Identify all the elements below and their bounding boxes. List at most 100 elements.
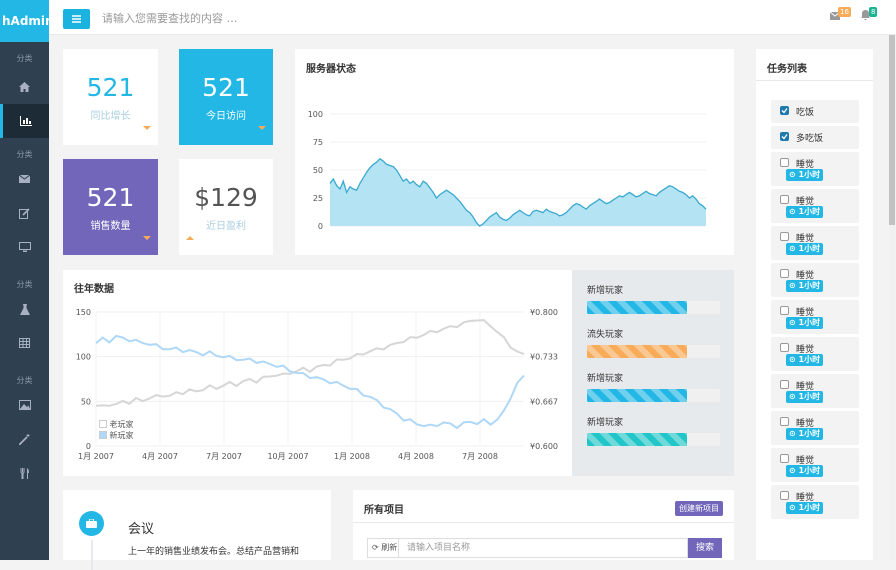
stat-label: 近日盈利 xyxy=(206,221,246,232)
legend-label: 新玩家 xyxy=(109,431,134,440)
task-duration-badge: ⊙ 1小时 xyxy=(786,502,824,514)
task-duration-badge: ⊙ 1小时 xyxy=(786,280,824,292)
sidebar-item-desktop[interactable] xyxy=(0,230,49,264)
progress-bar xyxy=(587,433,720,446)
task-item[interactable]: 睡觉 ⊙ 1小时 xyxy=(771,152,859,186)
x-tick-label: 7月 2008 xyxy=(462,452,498,461)
task-checkbox[interactable] xyxy=(780,106,789,115)
clock-icon: ⊙ xyxy=(789,392,796,401)
stat-card-growth: 521 同比增长 xyxy=(63,49,158,145)
task-item[interactable]: 睡觉 ⊙ 1小时 xyxy=(771,263,859,297)
timeline-text: 上一年的销售业绩发布会。总结产品营销和 xyxy=(128,547,300,557)
desktop-icon xyxy=(18,242,31,252)
task-checkbox[interactable] xyxy=(780,269,789,278)
sidebar-item-gallery[interactable] xyxy=(0,388,49,422)
task-checkbox[interactable] xyxy=(780,417,789,426)
refresh-label: 刷新 xyxy=(381,543,398,552)
notifications-badge: 8 xyxy=(869,7,878,17)
clock-icon: ⊙ xyxy=(789,318,796,327)
stat-label: 今日访问 xyxy=(206,111,246,122)
notifications-button[interactable]: 8 xyxy=(861,7,878,23)
task-checkbox[interactable] xyxy=(780,454,789,463)
legend-label: 老玩家 xyxy=(109,420,134,429)
page-scrollbar[interactable] xyxy=(889,35,896,560)
create-project-button[interactable]: 创建新项目 xyxy=(675,501,723,516)
y-tick-label: 0 xyxy=(86,442,91,451)
progress-label: 新增玩家 xyxy=(587,286,624,296)
stat-card-visits: 521 今日访问 xyxy=(179,49,273,145)
stat-value: 521 xyxy=(202,73,250,102)
x-tick-label: 1月 2007 xyxy=(78,452,114,461)
sidebar-item-home[interactable] xyxy=(0,70,49,104)
project-search-input[interactable]: 请输入项目名称 xyxy=(398,538,688,558)
task-duration-badge: ⊙ 1小时 xyxy=(786,465,824,477)
task-checkbox[interactable] xyxy=(780,491,789,500)
sidebar-item-table[interactable] xyxy=(0,326,49,360)
history-data-chart: 0 50 100 150 ¥0.600 ¥0.667 ¥0.733 ¥0.800 1月 2007… xyxy=(76,308,558,461)
top-search-input[interactable]: 请输入您需要查找的内容 … xyxy=(102,10,238,26)
y-tick-label: 50 xyxy=(81,397,91,406)
messages-button[interactable]: 16 xyxy=(829,7,851,23)
task-item[interactable]: 吃饭 xyxy=(771,100,859,123)
task-item[interactable]: 睡觉 ⊙ 1小时 xyxy=(771,485,859,519)
x-tick-label: 7月 2007 xyxy=(206,452,242,461)
y-tick-label: 100 xyxy=(76,353,91,362)
project-search-button[interactable]: 搜索 xyxy=(688,538,722,558)
task-item[interactable]: 睡觉 ⊙ 1小时 xyxy=(771,374,859,408)
caret-up-icon xyxy=(186,236,194,240)
task-checkbox[interactable] xyxy=(780,132,789,141)
task-duration-label: 1小时 xyxy=(798,244,821,253)
sidebar-item-mail[interactable] xyxy=(0,162,49,196)
app-logo[interactable]: hAdmin xyxy=(0,0,49,42)
task-checkbox[interactable] xyxy=(780,195,789,204)
task-duration-badge: ⊙ 1小时 xyxy=(786,169,824,181)
clock-icon: ⊙ xyxy=(789,503,796,512)
task-checkbox[interactable] xyxy=(780,380,789,389)
projects-panel: 所有项目 创建新项目 ⟳ 刷新 请输入项目名称 搜索 xyxy=(353,490,734,560)
top-navbar: 请输入您需要查找的内容 … 16 8 xyxy=(49,0,896,35)
y-tick-label: 75 xyxy=(313,138,323,147)
progress-bar xyxy=(587,389,720,402)
cutlery-icon xyxy=(20,467,29,479)
task-duration-badge: ⊙ 1小时 xyxy=(786,317,824,329)
task-duration-label: 1小时 xyxy=(798,429,821,438)
panel-title: 任务列表 xyxy=(767,64,807,75)
x-tick-label: 4月 2007 xyxy=(142,452,178,461)
x-tick-label: 1月 2008 xyxy=(334,452,370,461)
task-item[interactable]: 多吃饭 xyxy=(771,126,859,149)
clock-icon: ⊙ xyxy=(789,244,796,253)
task-item[interactable]: 睡觉 ⊙ 1小时 xyxy=(771,189,859,223)
sidebar-item-flask[interactable] xyxy=(0,292,49,326)
task-item[interactable]: 睡觉 ⊙ 1小时 xyxy=(771,411,859,445)
task-item[interactable]: 睡觉 ⊙ 1小时 xyxy=(771,337,859,371)
task-checkbox[interactable] xyxy=(780,343,789,352)
y-tick-label: 100 xyxy=(308,110,323,119)
task-duration-label: 1小时 xyxy=(798,503,821,512)
task-item[interactable]: 睡觉 ⊙ 1小时 xyxy=(771,226,859,260)
stat-label: 销售数量 xyxy=(90,221,131,232)
task-item[interactable]: 睡觉 ⊙ 1小时 xyxy=(771,448,859,482)
sidebar-item-edit[interactable] xyxy=(0,196,49,230)
x-tick-label: 10月 2007 xyxy=(267,452,308,461)
scrollbar-thumb[interactable] xyxy=(889,35,895,225)
server-status-panel: 服务器状态 0 25 50 75 100 xyxy=(295,49,734,255)
flask-icon xyxy=(19,303,30,315)
briefcase-icon xyxy=(79,511,104,536)
sidebar-item-magic[interactable] xyxy=(0,422,49,456)
task-checkbox[interactable] xyxy=(780,306,789,315)
sidebar-item-food[interactable] xyxy=(0,456,49,490)
sidebar-toggle-button[interactable] xyxy=(63,9,90,29)
task-checkbox[interactable] xyxy=(780,232,789,241)
task-item[interactable]: 睡觉 ⊙ 1小时 xyxy=(771,300,859,334)
stat-card-sales: 521 销售数量 xyxy=(63,159,158,255)
task-duration-label: 1小时 xyxy=(798,207,821,216)
sidebar: hAdmin 分类 分类 分类 分类 xyxy=(0,0,49,560)
task-duration-badge: ⊙ 1小时 xyxy=(786,428,824,440)
sidebar-section-label: 分类 xyxy=(16,376,33,385)
chart-legend: 老玩家 新玩家 xyxy=(99,419,134,441)
sidebar-item-charts[interactable] xyxy=(0,104,49,138)
caret-down-icon xyxy=(258,126,266,130)
sidebar-section-label: 分类 xyxy=(16,280,33,289)
task-checkbox[interactable] xyxy=(780,158,789,167)
clock-icon: ⊙ xyxy=(789,281,796,290)
